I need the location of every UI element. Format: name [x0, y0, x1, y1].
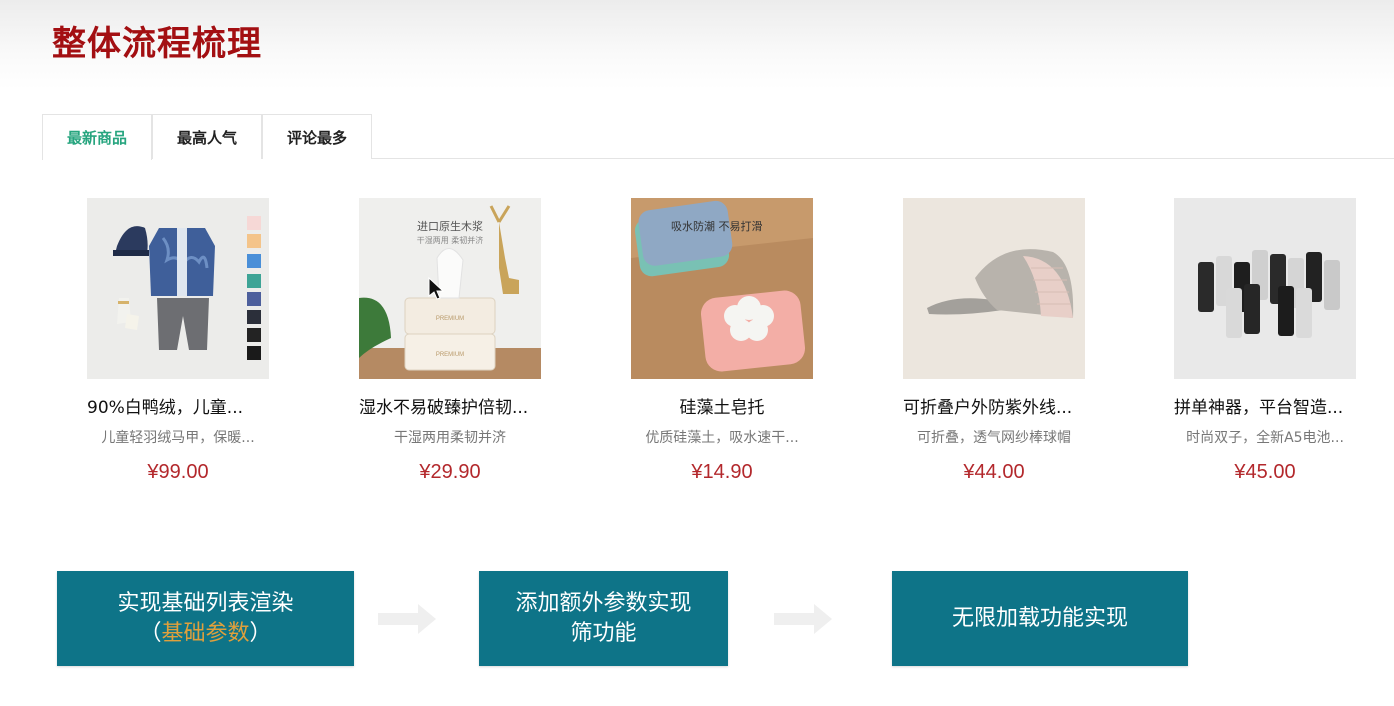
- product-name[interactable]: 硅藻土皂托: [631, 393, 813, 415]
- arrow-right-icon: [774, 604, 832, 634]
- flow-step-infinite-load: 无限加载功能实现: [892, 571, 1188, 666]
- product-price: ¥14.90: [691, 461, 753, 483]
- product-price: ¥29.90: [419, 461, 481, 483]
- tab-newest[interactable]: 最新商品: [42, 114, 152, 160]
- paren-open: （: [139, 620, 162, 646]
- product-tabs: 最新商品 最高人气 评论最多: [42, 114, 1394, 160]
- product-name[interactable]: 湿水不易破臻护倍韧...: [359, 393, 541, 415]
- soap-dish-photo[interactable]: 吸水防潮 不易打滑: [631, 198, 813, 379]
- flow-step-filter: 添加额外参数实现 筛功能: [479, 571, 728, 666]
- product-name[interactable]: 拼单神器，平台智造...: [1174, 393, 1356, 415]
- tab-most-reviewed[interactable]: 评论最多: [262, 114, 372, 159]
- flow-step-line: 实现基础列表渲染: [117, 590, 294, 616]
- image-caption-sub: 干湿两用 柔韧并济: [416, 236, 484, 245]
- tissue-pack-photo[interactable]: PREMIUM PREMIUM 进口原生木浆 干湿两用 柔韧并济: [359, 198, 541, 379]
- product-desc: 可折叠，透气网纱棒球帽: [917, 430, 1071, 446]
- flow-step-line: 添加额外参数实现: [515, 590, 692, 616]
- arrow-right-icon: [378, 604, 436, 634]
- product-price: ¥45.00: [1234, 461, 1296, 483]
- highlight-text: 基础参数: [161, 620, 250, 646]
- slide-title: 整体流程梳理: [52, 24, 262, 64]
- flow-step-basic-list: 实现基础列表渲染 （基础参数）: [57, 571, 354, 666]
- paren-close: ）: [249, 620, 272, 646]
- tab-popular[interactable]: 最高人气: [152, 114, 262, 159]
- baseball-cap-photo[interactable]: [903, 198, 1085, 379]
- flow-step-line: （基础参数）: [139, 619, 271, 649]
- batteries-photo[interactable]: [1174, 198, 1356, 379]
- kids-clothing-photo[interactable]: [87, 198, 269, 379]
- product-name[interactable]: 可折叠户外防紫外线...: [903, 393, 1085, 415]
- product-price: ¥44.00: [963, 461, 1025, 483]
- product-card[interactable]: 拼单神器，平台智造... 时尚双子，全新A5电池... ¥45.00: [1174, 198, 1356, 484]
- product-card[interactable]: 吸水防潮 不易打滑 硅藻土皂托 优质硅藻土，吸水速干... ¥14.90: [631, 198, 813, 484]
- product-card[interactable]: 90%白鸭绒，儿童... 儿童轻羽绒马甲，保暖... ¥99.00: [87, 198, 269, 484]
- svg-text:PREMIUM: PREMIUM: [436, 316, 464, 322]
- product-desc: 时尚双子，全新A5电池...: [1186, 430, 1344, 446]
- image-caption: 进口原生木浆: [417, 220, 483, 233]
- svg-text:PREMIUM: PREMIUM: [436, 352, 464, 358]
- product-name[interactable]: 90%白鸭绒，儿童...: [87, 393, 269, 415]
- product-desc: 优质硅藻土，吸水速干...: [645, 430, 799, 446]
- product-desc: 儿童轻羽绒马甲，保暖...: [101, 430, 255, 446]
- product-card[interactable]: PREMIUM PREMIUM 进口原生木浆 干湿两用 柔韧并济 湿水不易破臻护…: [359, 198, 541, 484]
- product-card[interactable]: 可折叠户外防紫外线... 可折叠，透气网纱棒球帽 ¥44.00: [903, 198, 1085, 484]
- flow-step-line: 无限加载功能实现: [951, 605, 1128, 631]
- image-caption: 吸水防潮 不易打滑: [671, 220, 763, 233]
- product-desc: 干湿两用柔韧并济: [394, 430, 506, 446]
- flow-step-line: 筛功能: [570, 620, 637, 646]
- product-price: ¥99.00: [147, 461, 209, 483]
